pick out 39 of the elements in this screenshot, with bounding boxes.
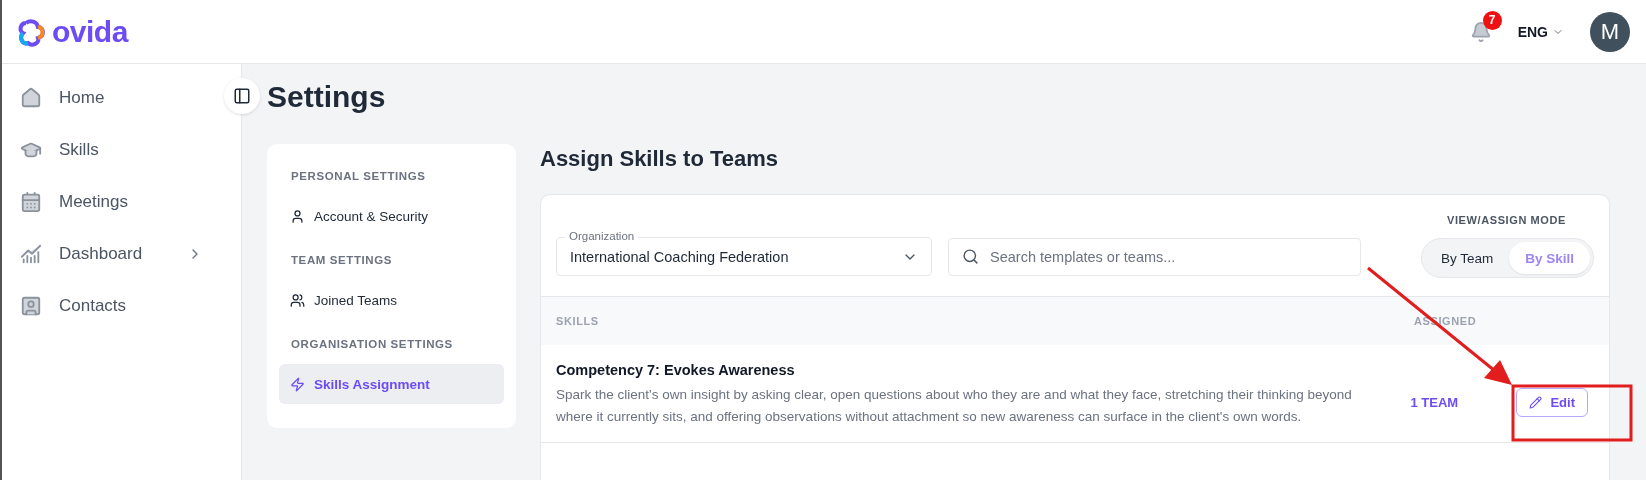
section-heading: PERSONAL SETTINGS bbox=[290, 169, 427, 184]
mode-label: VIEW/ASSIGN MODE bbox=[1447, 214, 1566, 226]
skill-description: Spark the client's own insight by asking clear, open questions about who they are and what they face, stretching their thinking beyond where it currently sits, and offering observations without attachment so new awareness can surface in the client's own words. bbox=[556, 386, 1353, 426]
settings-nav-item[interactable]: Joined Teams bbox=[279, 280, 504, 320]
settings-nav-item[interactable]: Skills Assignment bbox=[279, 364, 504, 404]
section-heading: TEAM SETTINGS bbox=[290, 253, 394, 268]
settings-nav-item[interactable]: Account & Security bbox=[279, 196, 504, 236]
contact-icon bbox=[20, 295, 42, 317]
sidebar-item[interactable]: Skills bbox=[2, 124, 221, 176]
pencil-icon bbox=[1529, 395, 1543, 409]
assigned-count[interactable]: 1 TEAM bbox=[1410, 394, 1461, 410]
search-icon bbox=[962, 248, 979, 265]
users-icon bbox=[290, 292, 305, 308]
sidebar-item[interactable]: Home bbox=[2, 72, 221, 124]
calendar-icon bbox=[20, 191, 42, 213]
field-label: Organization bbox=[565, 229, 639, 244]
sidebar-item[interactable]: Meetings bbox=[2, 176, 221, 228]
chart-icon bbox=[20, 243, 42, 265]
user-icon bbox=[290, 208, 305, 224]
panel-icon bbox=[233, 87, 251, 105]
sidebar-item[interactable]: Dashboard bbox=[2, 228, 221, 280]
language-selector[interactable]: ENG bbox=[1517, 23, 1564, 40]
page-title: Settings bbox=[267, 80, 387, 115]
column-header: SKILLS bbox=[556, 315, 600, 327]
section-title: Assign Skills to Teams bbox=[540, 146, 779, 172]
mode-option[interactable]: By Team bbox=[1424, 242, 1510, 274]
sidebar-item[interactable]: Contacts bbox=[2, 280, 221, 332]
logo-icon bbox=[18, 16, 46, 47]
search-field[interactable]: Search templates or teams... bbox=[948, 238, 1361, 276]
notification-badge: 7 bbox=[1482, 10, 1502, 30]
logo-text: ovida bbox=[52, 14, 128, 49]
section-heading: ORGANISATION SETTINGS bbox=[290, 337, 454, 352]
avatar[interactable]: M bbox=[1590, 11, 1630, 52]
home-icon bbox=[20, 87, 42, 109]
sidebar-toggle-button[interactable] bbox=[224, 78, 260, 114]
skill-title: Competency 7: Evokes Awareness bbox=[556, 362, 796, 378]
select-value: International Coaching Federation bbox=[570, 248, 789, 265]
lightning-icon bbox=[290, 376, 305, 392]
edit-button[interactable]: Edit bbox=[1516, 387, 1588, 417]
